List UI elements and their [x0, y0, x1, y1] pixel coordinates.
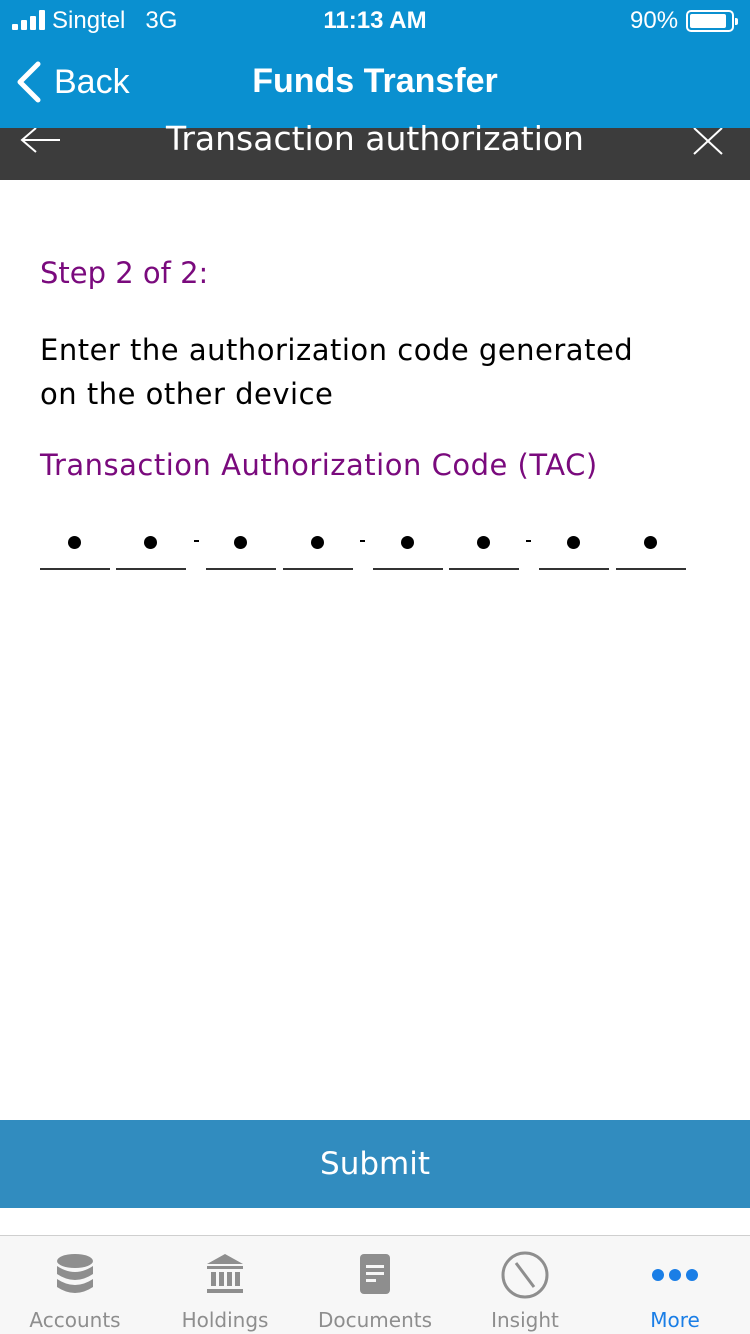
- sub-header-title: Transaction authorization: [166, 119, 584, 158]
- tac-label: Transaction Authorization Code (TAC): [40, 448, 598, 482]
- compass-icon: [501, 1251, 549, 1299]
- tac-digit-field[interactable]: [539, 520, 609, 570]
- tac-digit-field[interactable]: [116, 520, 186, 570]
- tac-separator: [360, 540, 365, 542]
- status-bar: Singtel 3G 11:13 AM 90%: [0, 0, 750, 40]
- submit-button[interactable]: Submit: [0, 1120, 750, 1208]
- more-dots-icon: [652, 1269, 698, 1281]
- tab-accounts[interactable]: Accounts: [0, 1236, 150, 1334]
- masked-digit: [234, 536, 247, 549]
- step-indicator: Step 2 of 2:: [40, 256, 209, 290]
- tac-digit-field[interactable]: [373, 520, 443, 570]
- masked-digit: [644, 536, 657, 549]
- masked-digit: [477, 536, 490, 549]
- close-icon[interactable]: [690, 128, 728, 156]
- document-icon: [360, 1254, 390, 1294]
- tab-holdings[interactable]: Holdings: [150, 1236, 300, 1334]
- masked-digit: [401, 536, 414, 549]
- top-bar: Singtel 3G 11:13 AM 90% Back Funds Trans…: [0, 0, 750, 128]
- tac-separator: [194, 540, 199, 542]
- tab-documents[interactable]: Documents: [300, 1236, 450, 1334]
- sub-header: Transaction authorization: [0, 122, 750, 180]
- tac-digit-field[interactable]: [616, 520, 686, 570]
- tab-label: Documents: [317, 1308, 433, 1332]
- tac-digit-field[interactable]: [449, 520, 519, 570]
- masked-digit: [68, 536, 81, 549]
- page-title: Funds Transfer: [252, 62, 498, 100]
- tab-more[interactable]: More: [600, 1236, 750, 1334]
- tac-digit-field[interactable]: [206, 520, 276, 570]
- tab-label: Accounts: [29, 1308, 121, 1332]
- tac-separator: [526, 540, 531, 542]
- battery-percent: 90%: [630, 7, 679, 34]
- masked-digit: [144, 536, 157, 549]
- database-icon: [57, 1254, 93, 1293]
- instruction-text: Enter the authorization code generated o…: [40, 333, 634, 411]
- tab-label: More: [650, 1308, 700, 1332]
- masked-digit: [311, 536, 324, 549]
- tac-digit-field[interactable]: [283, 520, 353, 570]
- tac-digit-field[interactable]: [40, 520, 110, 570]
- masked-digit: [567, 536, 580, 549]
- tab-bar: Accounts Holdings Documents Insight More: [0, 1235, 750, 1334]
- tab-insight[interactable]: Insight: [450, 1236, 600, 1334]
- bank-icon: [207, 1254, 243, 1293]
- navigation-bar: Back Funds Transfer: [0, 40, 750, 128]
- tab-label: Insight: [491, 1308, 559, 1332]
- battery-icon: [686, 10, 738, 32]
- tab-label: Holdings: [181, 1308, 269, 1332]
